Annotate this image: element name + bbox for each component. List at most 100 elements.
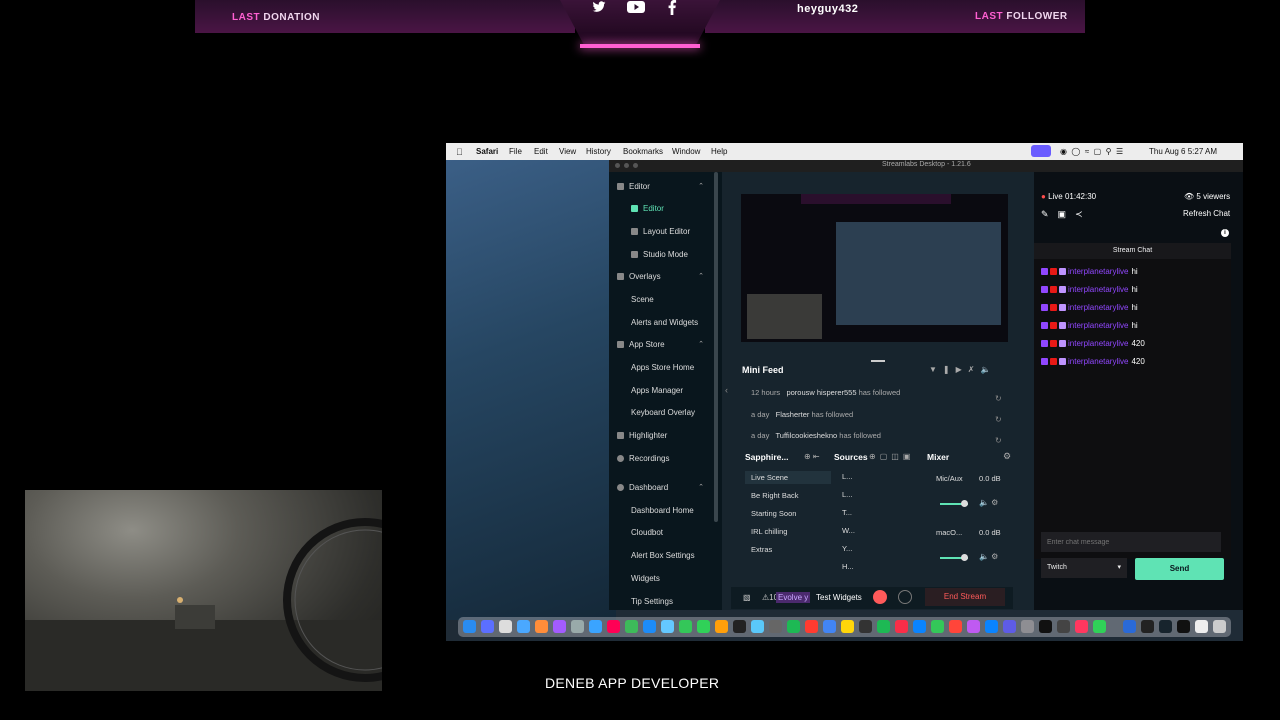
scene-item-brb[interactable]: Be Right Back: [751, 491, 799, 500]
screen-record-icon[interactable]: [1031, 145, 1051, 157]
menu-window[interactable]: Window: [672, 147, 700, 156]
scene-item-extras[interactable]: Extras: [751, 545, 772, 554]
app-icon[interactable]: [985, 620, 998, 633]
speaker-icon[interactable]: 🔈 ⚙: [979, 498, 998, 507]
end-stream-button[interactable]: End Stream: [925, 588, 1005, 606]
chat-username[interactable]: interplanetarylive: [1068, 267, 1128, 276]
finder-icon[interactable]: [463, 620, 476, 633]
chat-username[interactable]: interplanetarylive: [1068, 321, 1128, 330]
source-controls[interactable]: ⊕▢◫▣: [869, 452, 914, 461]
app-icon[interactable]: [625, 620, 638, 633]
mini-feed-controls[interactable]: ▼❚▶✗🔈: [929, 365, 996, 374]
mixer-fader-handle[interactable]: [961, 554, 968, 561]
app-store-dock-icon[interactable]: [517, 620, 530, 633]
app-icon[interactable]: [1039, 620, 1052, 633]
replay-icon[interactable]: ↻ ↻ ↻: [995, 388, 1002, 451]
apple-icon[interactable]: : [456, 147, 463, 157]
evolve-button[interactable]: Evolve y: [776, 592, 811, 603]
system-icon[interactable]: [571, 620, 584, 633]
app-icon[interactable]: [805, 620, 818, 633]
source-item[interactable]: L...: [842, 472, 852, 481]
app-icon[interactable]: [967, 620, 980, 633]
sidebar-item-tip-settings[interactable]: Tip Settings: [631, 597, 673, 606]
info-icon[interactable]: i: [1221, 229, 1229, 237]
calendar-icon[interactable]: [499, 620, 512, 633]
sidebar-section-overlays[interactable]: Overlays ⌃: [617, 272, 712, 281]
app-icon[interactable]: [733, 620, 746, 633]
stats-icon[interactable]: ▧: [743, 593, 751, 602]
source-item[interactable]: Y...: [842, 544, 852, 553]
sidebar-item-apps-manager[interactable]: Apps Manager: [631, 386, 683, 395]
preview-resize-handle[interactable]: [871, 360, 885, 362]
sidebar-item-cloudbot[interactable]: Cloudbot: [631, 528, 663, 537]
test-widgets-button[interactable]: Test Widgets: [816, 593, 862, 602]
chat-username[interactable]: interplanetarylive: [1068, 357, 1128, 366]
app-icon[interactable]: [949, 620, 962, 633]
refresh-chat-button[interactable]: Refresh Chat: [1183, 209, 1230, 218]
replay-buffer-button[interactable]: [898, 590, 912, 604]
mixer-fader-handle[interactable]: [961, 500, 968, 507]
sidebar-section-editor[interactable]: Editor ⌃: [617, 182, 712, 191]
menubar-app-name[interactable]: Safari: [476, 147, 498, 156]
app-icon[interactable]: [607, 620, 620, 633]
send-button[interactable]: Send: [1135, 558, 1224, 580]
app-icon[interactable]: [715, 620, 728, 633]
app-icon[interactable]: [787, 620, 800, 633]
speaker-icon[interactable]: 🔈 ⚙: [979, 552, 998, 561]
chat-username[interactable]: interplanetarylive: [1068, 339, 1128, 348]
app-icon[interactable]: [1093, 620, 1106, 633]
window-minimize-button[interactable]: [624, 163, 629, 168]
source-item[interactable]: T...: [842, 508, 852, 517]
app-icon[interactable]: [1057, 620, 1070, 633]
music-icon[interactable]: [895, 620, 908, 633]
settings-icon[interactable]: [1021, 620, 1034, 633]
app-icon[interactable]: [661, 620, 674, 633]
chat-username[interactable]: interplanetarylive: [1068, 303, 1128, 312]
gear-icon[interactable]: ⚙: [1003, 451, 1011, 462]
document-icon[interactable]: [1195, 620, 1208, 633]
menu-file[interactable]: File: [509, 147, 522, 156]
collapse-left-icon[interactable]: ‹: [725, 385, 728, 395]
terminal-icon[interactable]: [1141, 620, 1154, 633]
sidebar-item-editor[interactable]: Editor: [631, 204, 664, 213]
trash-icon[interactable]: [1213, 620, 1226, 633]
chat-tool-icons[interactable]: ✎▣≺: [1041, 209, 1092, 220]
app-icon[interactable]: [859, 620, 872, 633]
tiktok-icon[interactable]: [1177, 620, 1190, 633]
photos-icon[interactable]: [535, 620, 548, 633]
sidebar-item-recordings[interactable]: Recordings: [617, 454, 669, 463]
mail-icon[interactable]: [643, 620, 656, 633]
menu-bookmarks[interactable]: Bookmarks: [623, 147, 663, 156]
app-icon[interactable]: [751, 620, 764, 633]
notes-icon[interactable]: [841, 620, 854, 633]
app-icon[interactable]: [1003, 620, 1016, 633]
sidebar-item-alerts-widgets[interactable]: Alerts and Widgets: [631, 318, 698, 327]
sidebar-item-widgets[interactable]: Widgets: [631, 574, 660, 583]
window-zoom-button[interactable]: [633, 163, 638, 168]
sidebar-item-apps-store-home[interactable]: Apps Store Home: [631, 363, 694, 372]
sidebar-scrollbar[interactable]: [714, 172, 718, 522]
safari-icon[interactable]: [589, 620, 602, 633]
menu-help[interactable]: Help: [711, 147, 727, 156]
sidebar-item-highlighter[interactable]: Highlighter: [617, 431, 667, 440]
chat-message-input[interactable]: [1041, 532, 1221, 552]
app-icon[interactable]: [1123, 620, 1136, 633]
scene-item-live[interactable]: Live Scene: [745, 471, 831, 484]
sidebar-section-app-store[interactable]: App Store ⌃: [617, 340, 712, 349]
scene-item-starting-soon[interactable]: Starting Soon: [751, 509, 796, 518]
sidebar-item-dashboard-home[interactable]: Dashboard Home: [631, 506, 694, 515]
spotify-icon[interactable]: [877, 620, 890, 633]
chat-username[interactable]: interplanetarylive: [1068, 285, 1128, 294]
chrome-icon[interactable]: [823, 620, 836, 633]
scene-item-irl[interactable]: IRL chilling: [751, 527, 787, 536]
menu-edit[interactable]: Edit: [534, 147, 548, 156]
menu-view[interactable]: View: [559, 147, 576, 156]
menu-history[interactable]: History: [586, 147, 611, 156]
app-icon[interactable]: [1075, 620, 1088, 633]
sidebar-item-scene[interactable]: Scene: [631, 295, 654, 304]
platform-select[interactable]: Twitch ▾: [1041, 558, 1127, 578]
source-item[interactable]: H...: [842, 562, 854, 571]
sidebar-item-keyboard-overlay[interactable]: Keyboard Overlay: [631, 408, 695, 417]
record-button[interactable]: [873, 590, 887, 604]
app-icon[interactable]: [913, 620, 926, 633]
